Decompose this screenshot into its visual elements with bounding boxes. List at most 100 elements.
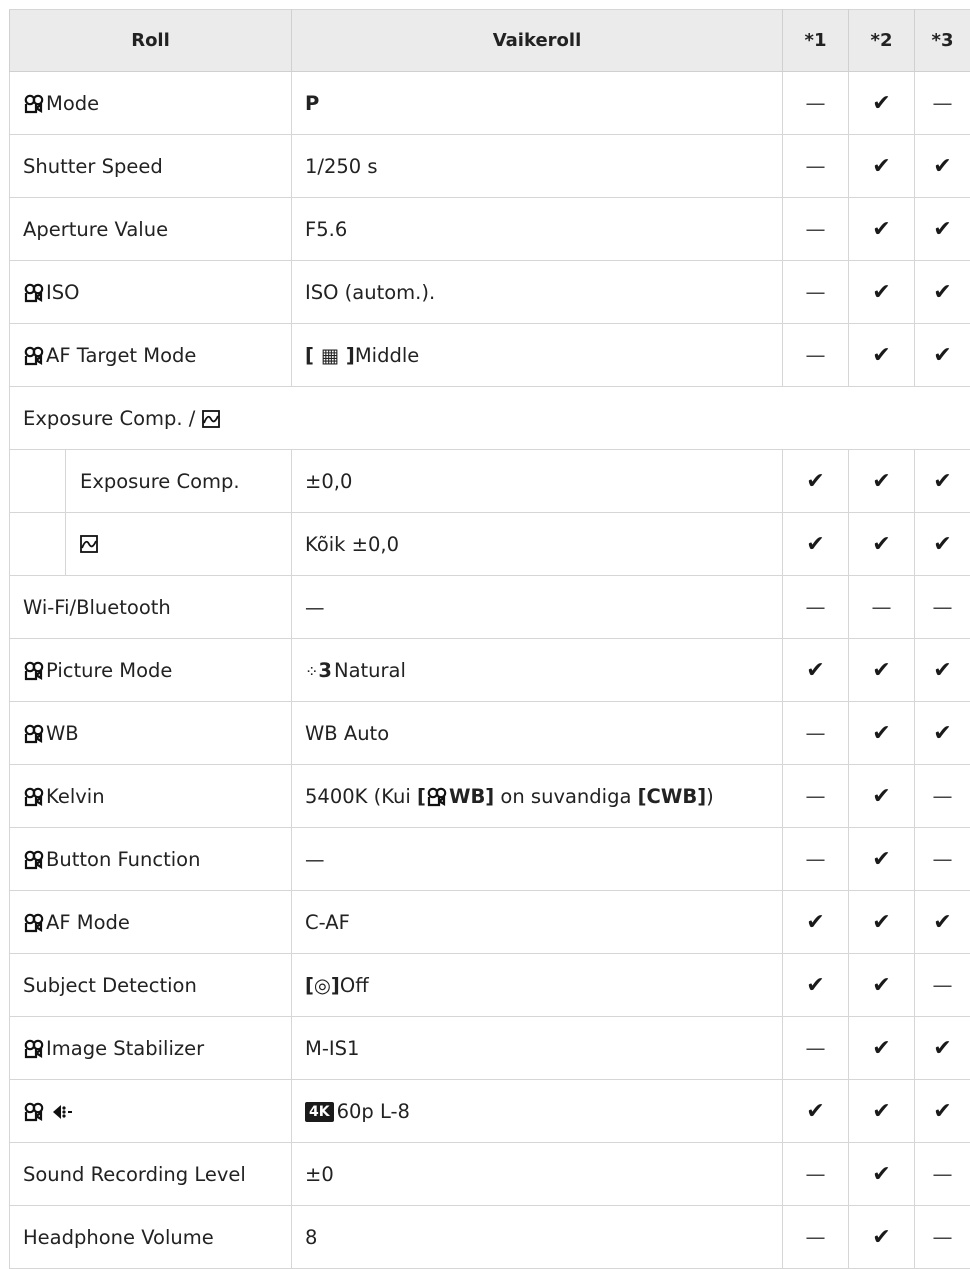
table-row: Sound Recording Level±0—✔— [10, 1143, 970, 1206]
header-c1: *1 [783, 10, 849, 72]
mark-c3: ✔ [915, 1080, 970, 1143]
mark-c3: ✔ [915, 324, 970, 387]
value-text: — [305, 596, 325, 619]
value-text: ±0,0 [305, 470, 352, 493]
row-label-text: Exposure Comp. [80, 470, 240, 493]
mark-c1: — [783, 765, 849, 828]
mark-c3: ✔ [915, 261, 970, 324]
movie-icon [23, 724, 45, 744]
group-label: Exposure Comp. / [10, 387, 970, 450]
row-label-text: AF Mode [46, 911, 130, 934]
mark-c1: — [783, 828, 849, 891]
mark-c3: — [915, 1143, 970, 1206]
row-label: Sound Recording Level [10, 1143, 292, 1206]
mark-c1: — [783, 72, 849, 135]
movie-icon [23, 1102, 45, 1122]
table-row: ModeP—✔— [10, 72, 970, 135]
mark-c3: — [915, 828, 970, 891]
mark-c2: ✔ [849, 702, 915, 765]
movie-icon [23, 661, 45, 681]
mark-c3: ✔ [915, 513, 970, 576]
mark-c2: ✔ [849, 450, 915, 513]
table-row: Exposure Comp.±0,0✔✔✔ [10, 450, 970, 513]
row-default-value: WB Auto [292, 702, 783, 765]
row-label: Wi-Fi/Bluetooth [10, 576, 292, 639]
row-label-text: Kelvin [46, 785, 105, 808]
table-row: Subject Detection[◎]Off✔✔— [10, 954, 970, 1017]
mark-c1: — [783, 702, 849, 765]
mark-c2: — [849, 576, 915, 639]
4k-badge: 4K [305, 1102, 334, 1122]
highlight-shadow-icon [80, 535, 98, 553]
mark-c2: ✔ [849, 198, 915, 261]
row-default-value: — [292, 828, 783, 891]
row-label: Picture Mode [10, 639, 292, 702]
row-label-text: Wi-Fi/Bluetooth [23, 596, 171, 619]
mark-c2: ✔ [849, 1143, 915, 1206]
row-default-value: 1/250 s [292, 135, 783, 198]
mark-c1: ✔ [783, 1080, 849, 1143]
value-icon: [◎] [305, 974, 340, 997]
table-row: 4K60p L-8✔✔✔ [10, 1080, 970, 1143]
value-text: Kõik ±0,0 [305, 533, 399, 556]
mark-c2: ✔ [849, 1017, 915, 1080]
table-row: Image StabilizerM-IS1—✔✔ [10, 1017, 970, 1080]
mark-c3: ✔ [915, 198, 970, 261]
row-default-value: ISO (autom.). [292, 261, 783, 324]
image-quality-icon [52, 1103, 74, 1121]
row-label-text: Sound Recording Level [23, 1163, 246, 1186]
row-label: Mode [10, 72, 292, 135]
table-row: WBWB Auto—✔✔ [10, 702, 970, 765]
mark-c2: ✔ [849, 261, 915, 324]
movie-icon [23, 787, 45, 807]
settings-table: Roll Vaikeroll *1 *2 *3 ModeP—✔—Shutter … [9, 9, 970, 1269]
row-label-text: AF Target Mode [46, 344, 196, 367]
value-text: Natural [334, 659, 406, 682]
row-default-value: — [292, 576, 783, 639]
mark-c3: — [915, 576, 970, 639]
row-default-value: C-AF [292, 891, 783, 954]
mark-c3: — [915, 765, 970, 828]
mark-c2: ✔ [849, 828, 915, 891]
mark-c1: — [783, 576, 849, 639]
movie-icon [23, 346, 45, 366]
row-label-text: Button Function [46, 848, 200, 871]
table-row: Exposure Comp. / [10, 387, 970, 450]
mark-c1: — [783, 324, 849, 387]
row-default-value: 4K60p L-8 [292, 1080, 783, 1143]
row-label-text: Image Stabilizer [46, 1037, 204, 1060]
movie-icon [23, 913, 45, 933]
row-label: Headphone Volume [10, 1206, 292, 1269]
mark-c2: ✔ [849, 324, 915, 387]
mark-c3: ✔ [915, 891, 970, 954]
mark-c1: ✔ [783, 954, 849, 1017]
table-row: Wi-Fi/Bluetooth———— [10, 576, 970, 639]
row-label-text: Headphone Volume [23, 1226, 214, 1249]
row-label: AF Mode [10, 891, 292, 954]
row-label-text: ISO [46, 281, 79, 304]
highlight-shadow-icon [202, 410, 220, 428]
row-label: Image Stabilizer [10, 1017, 292, 1080]
mark-c3: ✔ [915, 135, 970, 198]
table-row: ISOISO (autom.).—✔✔ [10, 261, 970, 324]
row-default-value: [ ▦ ]Middle [292, 324, 783, 387]
mark-c1: — [783, 198, 849, 261]
table-row: Picture Mode⁘3Natural✔✔✔ [10, 639, 970, 702]
row-default-value: 8 [292, 1206, 783, 1269]
mark-c1: — [783, 135, 849, 198]
table-header-row: Roll Vaikeroll *1 *2 *3 [10, 10, 970, 72]
row-label-text: Subject Detection [23, 974, 197, 997]
table-row: Shutter Speed1/250 s—✔✔ [10, 135, 970, 198]
mark-c2: ✔ [849, 765, 915, 828]
mark-c1: — [783, 1206, 849, 1269]
row-label-text: Aperture Value [23, 218, 168, 241]
row-label [10, 1080, 292, 1143]
mark-c1: — [783, 1143, 849, 1206]
mark-c2: ✔ [849, 135, 915, 198]
mark-c2: ✔ [849, 891, 915, 954]
mark-c2: ✔ [849, 954, 915, 1017]
mark-c2: ✔ [849, 639, 915, 702]
value-icon: [ ▦ ] [305, 344, 355, 367]
mark-c1: ✔ [783, 450, 849, 513]
row-label: ISO [10, 261, 292, 324]
